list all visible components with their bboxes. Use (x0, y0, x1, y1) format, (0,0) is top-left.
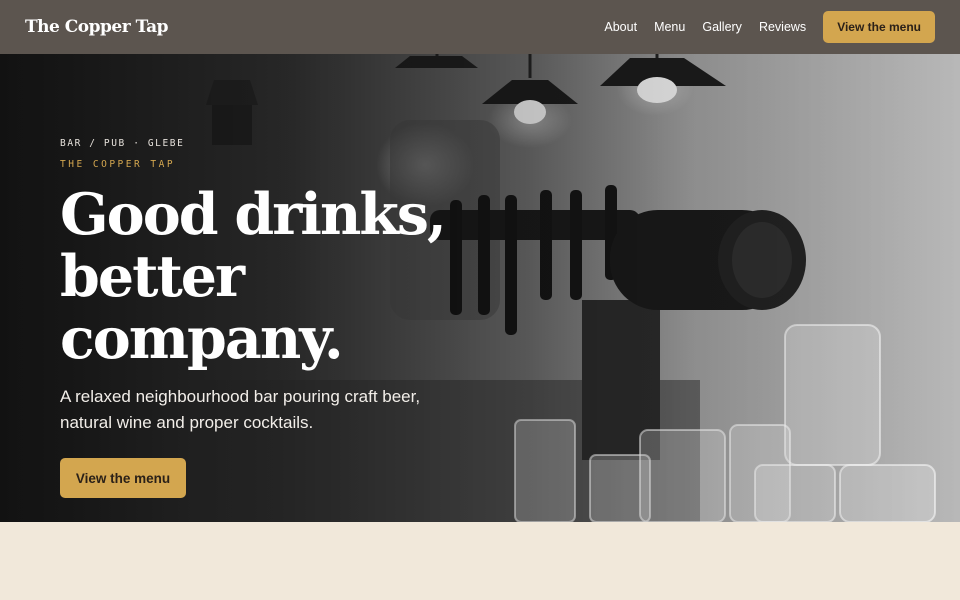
top-navigation: The Copper Tap About Menu Gallery Review… (0, 0, 960, 54)
nav-link-reviews[interactable]: Reviews (759, 20, 806, 34)
headline-line-2: better company. (60, 243, 344, 372)
hero-brand-tagline: THE COPPER TAP (60, 159, 176, 170)
hero-section: BAR / PUB · GLEBE THE COPPER TAP Good dr… (0, 0, 960, 522)
hero-view-menu-button[interactable]: View the menu (60, 458, 186, 498)
hero-subheading: A relaxed neighbourhood bar pouring craf… (60, 387, 421, 432)
hero-content: BAR / PUB · GLEBE THE COPPER TAP Good dr… (60, 138, 540, 498)
headline-line-1: Good drinks, (60, 181, 447, 248)
nav-link-gallery[interactable]: Gallery (702, 20, 742, 34)
nav-link-about[interactable]: About (604, 20, 637, 34)
nav-links: About Menu Gallery Reviews View the menu (587, 11, 935, 43)
site-logo[interactable]: The Copper Tap (25, 17, 169, 37)
content-section (0, 522, 960, 600)
hero-eyebrow: BAR / PUB · GLEBE (60, 138, 185, 149)
hero-headline: Good drinks, better company. (60, 184, 540, 370)
nav-link-menu[interactable]: Menu (654, 20, 685, 34)
nav-view-menu-button[interactable]: View the menu (823, 11, 935, 43)
